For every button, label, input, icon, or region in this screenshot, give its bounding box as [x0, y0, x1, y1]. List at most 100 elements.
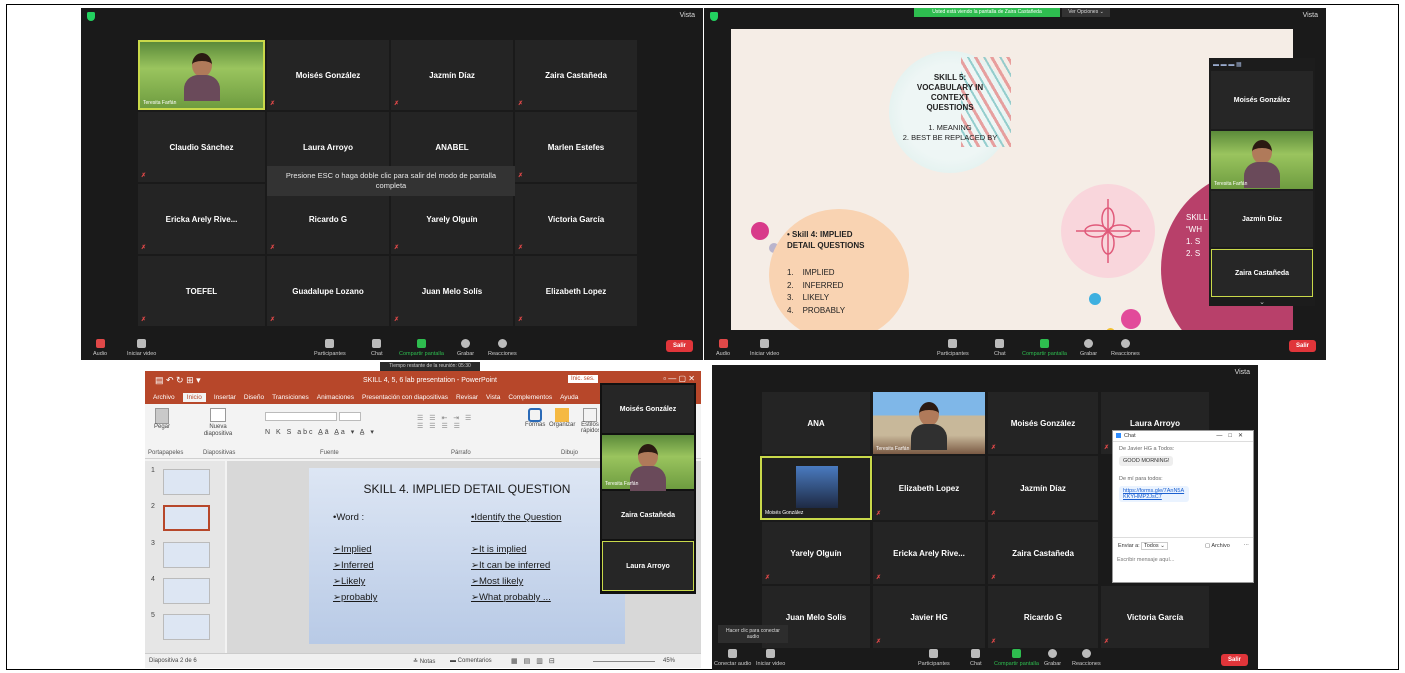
participant-tile[interactable]: Javier HG ✗	[873, 586, 985, 648]
audio-button[interactable]: Audio	[716, 339, 730, 357]
chat-input[interactable]	[1117, 554, 1247, 566]
leave-button[interactable]: Salir	[1220, 654, 1248, 666]
view-button[interactable]: Vista	[1235, 369, 1250, 376]
more-icon[interactable]: …	[1244, 541, 1250, 547]
participant-tile[interactable]: Jazmín Díaz ✗	[391, 40, 513, 110]
current-slide[interactable]: SKILL 4. IMPLIED DETAIL QUESTION •Word :…	[309, 468, 625, 644]
font-name-box[interactable]	[265, 412, 337, 421]
participants-button[interactable]: Participantes	[918, 649, 950, 667]
tab-animaciones[interactable]: Animaciones	[317, 394, 354, 401]
participant-tile[interactable]: Zaira Castañeda	[1211, 249, 1313, 297]
quick-access-icons[interactable]: ▤ ↶ ↻ ⊞ ▾	[155, 375, 201, 386]
participant-tile[interactable]: Moisés González ✗	[988, 392, 1098, 454]
font-style-buttons[interactable]: N K S abc A̲ā A̲a ▾ A̲ ▾	[265, 428, 376, 436]
share-screen-button[interactable]: Compartir pantalla	[1022, 339, 1067, 357]
participant-tile[interactable]: Zaira Castañeda ✗	[515, 40, 637, 110]
chat-link[interactable]: https://forms.gle/7AnN5AKKYHMP2JsC7	[1119, 486, 1189, 502]
participant-tile[interactable]: Victoria García ✗	[1101, 586, 1209, 648]
record-button[interactable]: Grabar	[1080, 339, 1097, 357]
participant-tile[interactable]: Marlen Estefes ✗	[515, 112, 637, 182]
participant-tile[interactable]: Yarely Olguín ✗	[762, 522, 870, 584]
audio-button[interactable]: Audio	[93, 339, 107, 357]
chevron-down-icon[interactable]: ⌄	[1209, 298, 1315, 306]
participant-tile[interactable]: Zaira Castañeda	[602, 491, 694, 539]
participant-tile[interactable]: Moisés González ✗	[267, 40, 389, 110]
zoom-level[interactable]: 45%	[663, 658, 675, 664]
font-size-box[interactable]	[339, 412, 361, 421]
video-tile-self[interactable]: Teresita Farfán	[1211, 131, 1313, 189]
participant-tile[interactable]: Ricardo G ✗	[988, 586, 1098, 648]
participant-tile[interactable]: Zaira Castañeda ✗	[988, 522, 1098, 584]
arrange-button[interactable]: Organizar	[549, 408, 575, 428]
share-screen-button[interactable]: Compartir pantalla	[399, 339, 444, 357]
chat-button[interactable]: Chat	[994, 339, 1006, 357]
tab-presentacion[interactable]: Presentación con diapositivas	[362, 394, 448, 401]
tab-revisar[interactable]: Revisar	[456, 394, 478, 401]
panel-controls[interactable]: ▬ ▬ ▬ ▦	[1213, 61, 1311, 69]
view-button[interactable]: Vista	[680, 12, 695, 19]
start-video-button[interactable]: Iniciar video	[756, 649, 785, 667]
slide-thumbnail[interactable]	[163, 542, 210, 568]
participant-tile[interactable]: Elizabeth Lopez ✗	[515, 256, 637, 326]
participant-tile[interactable]: ANA	[762, 392, 870, 454]
tab-vista[interactable]: Vista	[486, 394, 500, 401]
chat-button[interactable]: Chat	[371, 339, 383, 357]
participant-tile[interactable]: Jazmín Díaz ✗	[988, 456, 1098, 520]
connect-audio-button[interactable]: Conectar audio	[714, 649, 751, 667]
participant-tile[interactable]: Victoria García ✗	[515, 184, 637, 254]
leave-button[interactable]: Salir	[665, 340, 693, 352]
start-video-button[interactable]: Iniciar video	[750, 339, 779, 357]
participant-tile[interactable]: Ericka Arely Rive... ✗	[873, 522, 985, 584]
new-slide-button[interactable]: Nueva diapositiva	[201, 408, 235, 438]
view-buttons[interactable]: ▦▤▥⊟	[511, 657, 561, 665]
participant-tile[interactable]: Moisés González	[602, 385, 694, 433]
leave-button[interactable]: Salir	[1288, 340, 1316, 352]
paste-button[interactable]: Pegar	[151, 408, 173, 430]
participant-tile[interactable]: Laura Arroyo	[602, 541, 694, 591]
paragraph-buttons[interactable]: ☰ ☰ ⇤ ⇥ ☰ ☰ ☰ ☰ ☰	[417, 414, 473, 430]
quick-styles-button[interactable]: Estilos rápidos	[581, 408, 599, 434]
participant-tile[interactable]: Moisés González	[1211, 71, 1313, 129]
view-button[interactable]: Vista	[1303, 12, 1318, 19]
participant-tile[interactable]: Claudio Sánchez ✗	[138, 112, 265, 182]
shapes-button[interactable]: Formas	[525, 408, 545, 428]
video-tile-active[interactable]: Moisés González	[760, 456, 872, 520]
participant-tile[interactable]: Juan Melo Solís ✗	[391, 256, 513, 326]
participants-button[interactable]: Participantes	[314, 339, 346, 357]
tab-ayuda[interactable]: Ayuda	[560, 394, 578, 401]
tab-insertar[interactable]: Insertar	[214, 394, 236, 401]
tab-inicio[interactable]: Inicio	[182, 392, 206, 402]
start-video-button[interactable]: Iniciar video	[127, 339, 156, 357]
slide-thumbnail-selected[interactable]	[163, 505, 210, 531]
window-controls[interactable]: ▫ — ▢ ✕	[663, 374, 695, 383]
video-tile-self[interactable]: Teresita Farfán	[602, 435, 694, 492]
participant-tile[interactable]: Elizabeth Lopez ✗	[873, 456, 985, 520]
tab-archivo[interactable]: Archivo	[153, 394, 175, 401]
video-tile-self[interactable]: Teresita Farfán	[138, 40, 265, 110]
sign-in-button[interactable]: Inic. ses.	[568, 375, 598, 383]
participant-tile[interactable]: Ericka Arely Rive... ✗	[138, 184, 265, 254]
reactions-button[interactable]: Reacciones	[1072, 649, 1101, 667]
chat-button[interactable]: Chat	[970, 649, 982, 667]
participant-tile[interactable]: Guadalupe Lozano ✗	[267, 256, 389, 326]
zoom-slider[interactable]	[593, 661, 655, 662]
record-button[interactable]: Grabar	[457, 339, 474, 357]
view-options-button[interactable]: Ver Opciones ⌄	[1062, 8, 1110, 17]
file-button[interactable]: ▢ Archivo	[1205, 543, 1230, 549]
slide-thumbnail[interactable]	[163, 469, 210, 495]
slide-thumbnail[interactable]	[163, 578, 210, 604]
tab-transiciones[interactable]: Transiciones	[272, 394, 309, 401]
video-tile[interactable]: Teresita Farfán	[873, 392, 985, 454]
reactions-button[interactable]: Reacciones	[488, 339, 517, 357]
notes-button[interactable]: ≛ Notas	[413, 658, 435, 665]
record-button[interactable]: Grabar	[1044, 649, 1061, 667]
tab-diseno[interactable]: Diseño	[244, 394, 264, 401]
participant-tile[interactable]: TOEFEL ✗	[138, 256, 265, 326]
recipient-select[interactable]: Todos ⌄	[1141, 542, 1168, 550]
comments-button[interactable]: ▬ Comentarios	[450, 658, 492, 664]
participants-button[interactable]: Participantes	[937, 339, 969, 357]
share-screen-button[interactable]: Compartir pantalla	[994, 649, 1039, 667]
window-controls[interactable]: —□✕	[1216, 432, 1249, 439]
slide-thumbnail[interactable]	[163, 614, 210, 640]
reactions-button[interactable]: Reacciones	[1111, 339, 1140, 357]
